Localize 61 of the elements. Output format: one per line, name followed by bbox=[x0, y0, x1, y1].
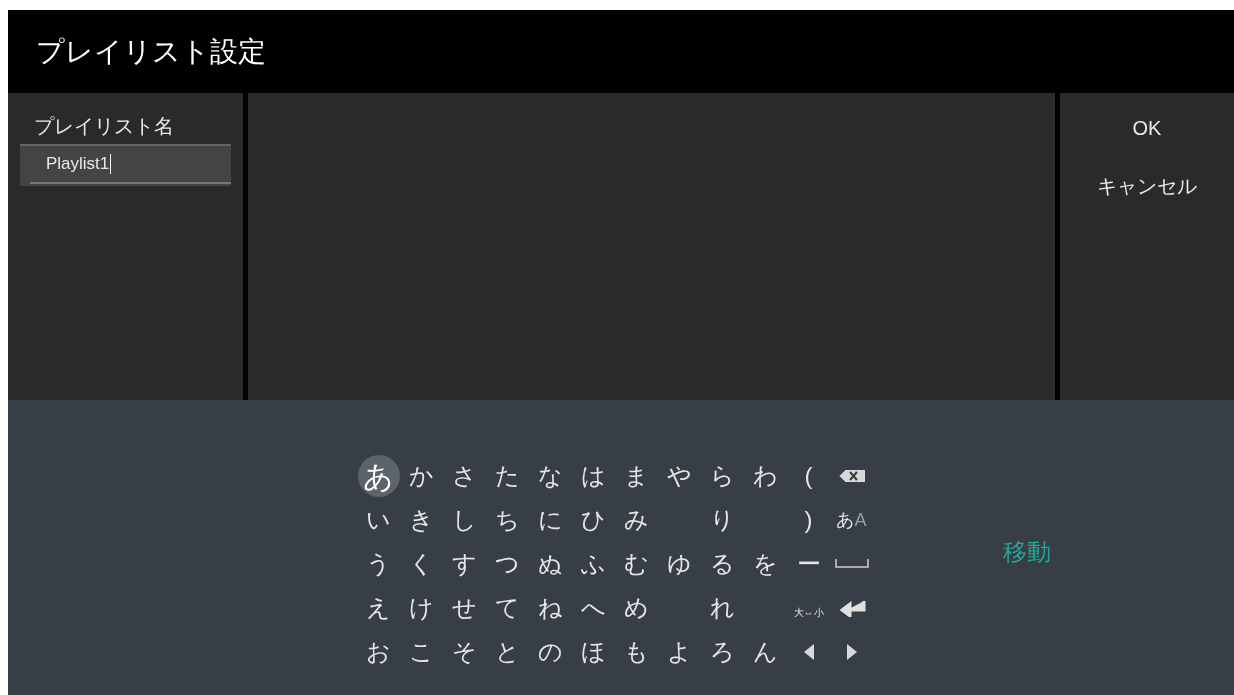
key[interactable]: み bbox=[615, 499, 658, 541]
key[interactable]: あ bbox=[357, 455, 400, 497]
key[interactable]: れ bbox=[701, 587, 744, 629]
field-label: プレイリスト名 bbox=[33, 114, 175, 139]
key[interactable]: ( bbox=[787, 455, 830, 497]
key[interactable]: ふ bbox=[572, 543, 615, 585]
action-button[interactable]: キャンセル bbox=[1093, 171, 1201, 201]
key[interactable]: め bbox=[615, 587, 658, 629]
key[interactable]: お bbox=[357, 631, 400, 673]
key[interactable]: は bbox=[572, 455, 615, 497]
key[interactable]: え bbox=[357, 587, 400, 629]
key[interactable]: へ bbox=[572, 587, 615, 629]
key[interactable]: ろ bbox=[701, 631, 744, 673]
key[interactable]: よ bbox=[658, 631, 701, 673]
move-label: 移動 bbox=[1003, 537, 1051, 567]
key[interactable]: わ bbox=[744, 455, 787, 497]
key[interactable]: に bbox=[529, 499, 572, 541]
key[interactable]: さ bbox=[443, 455, 486, 497]
key[interactable]: つ bbox=[486, 543, 529, 585]
name-field[interactable]: Playlist1 bbox=[20, 144, 231, 186]
key[interactable]: ゆ bbox=[658, 543, 701, 585]
key[interactable]: き bbox=[400, 499, 443, 541]
key[interactable]: ほ bbox=[572, 631, 615, 673]
key[interactable]: の bbox=[529, 631, 572, 673]
key[interactable]: や bbox=[658, 455, 701, 497]
key[interactable]: い bbox=[357, 499, 400, 541]
key[interactable]: も bbox=[615, 631, 658, 673]
window-title: プレイリスト設定 bbox=[36, 34, 266, 69]
key[interactable]: ち bbox=[486, 499, 529, 541]
key[interactable]: と bbox=[486, 631, 529, 673]
space-icon bbox=[834, 559, 869, 569]
backspace-icon bbox=[837, 468, 866, 484]
key[interactable]: ん bbox=[744, 631, 787, 673]
key[interactable]: く bbox=[400, 543, 443, 585]
key[interactable]: せ bbox=[443, 587, 486, 629]
key[interactable]: ) bbox=[787, 499, 830, 541]
key[interactable]: た bbox=[486, 455, 529, 497]
action-button[interactable]: OK bbox=[1128, 113, 1166, 143]
key[interactable]: け bbox=[400, 587, 443, 629]
key[interactable]: ね bbox=[529, 587, 572, 629]
key[interactable]: う bbox=[357, 543, 400, 585]
key[interactable]: て bbox=[486, 587, 529, 629]
key[interactable]: し bbox=[443, 499, 486, 541]
key[interactable]: を bbox=[744, 543, 787, 585]
key[interactable]: ま bbox=[615, 455, 658, 497]
key[interactable]: む bbox=[615, 543, 658, 585]
key[interactable]: こ bbox=[400, 631, 443, 673]
case-key[interactable]: 大⇔小 bbox=[793, 604, 824, 620]
key[interactable]: り bbox=[701, 499, 744, 541]
key[interactable]: か bbox=[400, 455, 443, 497]
key[interactable]: す bbox=[443, 543, 486, 585]
key[interactable]: ら bbox=[701, 455, 744, 497]
key[interactable]: な bbox=[529, 455, 572, 497]
key[interactable]: ぬ bbox=[529, 543, 572, 585]
right-arrow-icon bbox=[846, 644, 857, 660]
key[interactable]: ひ bbox=[572, 499, 615, 541]
key[interactable]: る bbox=[701, 543, 744, 585]
key[interactable]: ー bbox=[787, 543, 830, 585]
key[interactable]: そ bbox=[443, 631, 486, 673]
left-arrow-icon bbox=[803, 644, 814, 660]
mode-key[interactable]: あA bbox=[836, 506, 867, 534]
